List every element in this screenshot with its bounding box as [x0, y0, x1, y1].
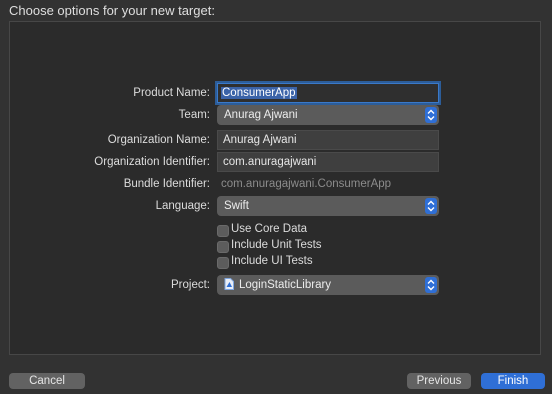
organization-name-value: Anurag Ajwani: [223, 134, 297, 146]
include-unit-tests-label: Include Unit Tests: [231, 239, 322, 251]
language-popup[interactable]: Swift: [217, 196, 439, 216]
organization-identifier-field[interactable]: com.anuragajwani: [217, 152, 439, 172]
bundle-identifier-value: com.anuragajwani.ConsumerApp: [221, 178, 392, 190]
previous-button[interactable]: Previous: [407, 373, 471, 389]
include-ui-tests-checkbox[interactable]: [217, 257, 229, 269]
language-label: Language:: [155, 200, 210, 212]
chevron-updown-icon: [425, 277, 437, 293]
dialog-title: Choose options for your new target:: [9, 3, 215, 18]
project-file-icon: [224, 277, 234, 295]
organization-name-label: Organization Name:: [107, 134, 210, 146]
organization-identifier-label: Organization Identifier:: [94, 156, 210, 168]
language-value: Swift: [224, 200, 249, 212]
use-core-data-checkbox[interactable]: [217, 225, 229, 237]
team-value: Anurag Ajwani: [224, 109, 298, 121]
language-row: Language: Swift: [0, 196, 552, 216]
organization-identifier-row: Organization Identifier: com.anuragajwan…: [0, 152, 552, 172]
project-label: Project:: [171, 279, 210, 291]
include-ui-tests-label: Include UI Tests: [231, 255, 313, 267]
team-row: Team: Anurag Ajwani: [0, 105, 552, 125]
team-popup[interactable]: Anurag Ajwani: [217, 105, 439, 125]
team-label: Team:: [178, 109, 210, 121]
include-unit-tests-checkbox[interactable]: [217, 241, 229, 253]
chevron-updown-icon: [425, 198, 437, 214]
project-row: Project: LoginStaticLibrary: [0, 275, 552, 295]
product-name-label: Product Name:: [133, 87, 210, 99]
use-core-data-label: Use Core Data: [231, 223, 308, 235]
bundle-identifier-row: Bundle Identifier: com.anuragajwani.Cons…: [0, 174, 552, 194]
organization-identifier-value: com.anuragajwani: [223, 156, 317, 168]
bundle-identifier-label: Bundle Identifier:: [123, 178, 210, 190]
product-name-value: ConsumerApp: [221, 87, 297, 99]
product-name-row: Product Name: ConsumerApp: [0, 83, 552, 103]
chevron-updown-icon: [425, 107, 437, 123]
project-value: LoginStaticLibrary: [239, 279, 332, 291]
finish-button[interactable]: Finish: [481, 373, 545, 389]
cancel-button[interactable]: Cancel: [9, 373, 85, 389]
project-popup[interactable]: LoginStaticLibrary: [217, 275, 439, 295]
product-name-field[interactable]: ConsumerApp: [217, 83, 439, 103]
organization-name-field[interactable]: Anurag Ajwani: [217, 130, 439, 150]
organization-name-row: Organization Name: Anurag Ajwani: [0, 130, 552, 150]
